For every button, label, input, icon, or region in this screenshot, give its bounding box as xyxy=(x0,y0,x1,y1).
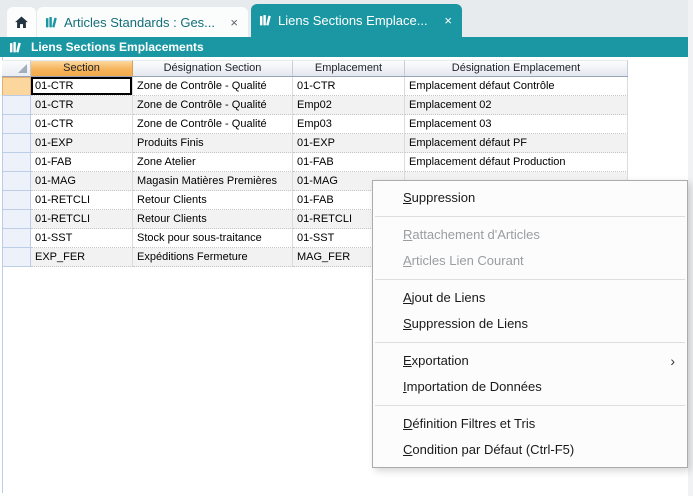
column-header-section[interactable]: Section xyxy=(31,60,133,76)
menu-item-exportation[interactable]: Exportation › xyxy=(373,348,687,374)
menu-item-rattachement-articles[interactable]: Rattachement d'Articles xyxy=(373,222,687,248)
menu-separator xyxy=(375,405,685,406)
cell-designation-section[interactable]: Magasin Matières Premières xyxy=(133,172,293,191)
menu-item-definition-filtres-et-tris[interactable]: Définition Filtres et Tris xyxy=(373,411,687,437)
menu-separator xyxy=(375,216,685,217)
cell-designation-section[interactable]: Zone Atelier xyxy=(133,153,293,172)
row-selector-current[interactable] xyxy=(2,77,31,96)
cell-emplacement[interactable]: 01-EXP xyxy=(293,134,405,153)
column-header-emplacement[interactable]: Emplacement xyxy=(293,60,405,76)
cell-designation-section[interactable]: Retour Clients xyxy=(133,191,293,210)
cell-section[interactable]: EXP_FER xyxy=(31,248,133,267)
tab-home[interactable] xyxy=(7,7,36,37)
application-window: Articles Standards : Ges... × Liens Sect… xyxy=(0,0,688,496)
menu-item-suppression-de-liens[interactable]: Suppression de Liens xyxy=(373,311,687,337)
cell-designation-section[interactable]: Retour Clients xyxy=(133,210,293,229)
cell-designation-emplacement[interactable]: Emplacement 03 xyxy=(405,115,628,134)
cell-designation-section[interactable]: Zone de Contrôle - Qualité xyxy=(133,115,293,134)
table-row[interactable]: 01-CTR Zone de Contrôle - Qualité Emp03 … xyxy=(2,115,628,134)
table-row[interactable]: 01-FAB Zone Atelier 01-FAB Emplacement d… xyxy=(2,153,628,172)
menu-separator xyxy=(375,342,685,343)
tab-liens-sections[interactable]: Liens Sections Emplace... × xyxy=(251,4,462,37)
cell-emplacement[interactable]: Emp03 xyxy=(293,115,405,134)
tab-articles-standards[interactable]: Articles Standards : Ges... × xyxy=(37,7,248,37)
close-icon[interactable]: × xyxy=(228,15,240,30)
cell-section[interactable]: 01-SST xyxy=(31,229,133,248)
window-title-bar: Liens Sections Emplacements xyxy=(0,37,688,57)
row-selector[interactable] xyxy=(2,133,31,153)
cell-section[interactable]: 01-RETCLI xyxy=(31,191,133,210)
submenu-arrow-icon: › xyxy=(670,348,675,374)
menu-item-condition-par-defaut[interactable]: Condition par Défaut (Ctrl-F5) xyxy=(373,437,687,463)
row-selector[interactable] xyxy=(2,95,31,115)
home-icon xyxy=(14,15,29,30)
cell-designation-emplacement[interactable]: Emplacement 02 xyxy=(405,96,628,115)
row-selector[interactable] xyxy=(2,228,31,248)
cell-section[interactable]: 01-CTR xyxy=(31,115,133,134)
tab-bar: Articles Standards : Ges... × Liens Sect… xyxy=(0,0,688,37)
close-icon[interactable]: × xyxy=(442,13,454,28)
row-selector[interactable] xyxy=(2,152,31,172)
table-row[interactable]: 01-CTR Zone de Contrôle - Qualité Emp02 … xyxy=(2,96,628,115)
menu-item-importation-de-donnees[interactable]: Importation de Données xyxy=(373,374,687,400)
page-title: Liens Sections Emplacements xyxy=(31,40,204,54)
column-header-designation-section[interactable]: Désignation Section xyxy=(133,60,293,76)
cell-section[interactable]: 01-EXP xyxy=(31,134,133,153)
row-selector[interactable] xyxy=(2,190,31,210)
cell-emplacement[interactable]: Emp02 xyxy=(293,96,405,115)
cell-designation-section[interactable]: Zone de Contrôle - Qualité xyxy=(133,96,293,115)
menu-item-ajout-de-liens[interactable]: Ajout de Liens xyxy=(373,285,687,311)
table-row[interactable]: 01-CTR Zone de Contrôle - Qualité 01-CTR… xyxy=(2,77,628,96)
books-icon xyxy=(9,41,22,54)
menu-item-suppression[interactable]: Suppression xyxy=(373,185,687,211)
cell-emplacement[interactable]: 01-CTR xyxy=(293,77,405,96)
cell-section[interactable]: 01-RETCLI xyxy=(31,210,133,229)
tab-label: Liens Sections Emplace... xyxy=(278,13,436,28)
row-selector[interactable] xyxy=(2,114,31,134)
cell-designation-emplacement[interactable]: Emplacement défaut Contrôle xyxy=(405,77,628,96)
cell-designation-section[interactable]: Zone de Contrôle - Qualité xyxy=(133,77,293,96)
cell-designation-section[interactable]: Expéditions Fermeture xyxy=(133,248,293,267)
table-row[interactable]: 01-EXP Produits Finis 01-EXP Emplacement… xyxy=(2,134,628,153)
cell-designation-emplacement[interactable]: Emplacement défaut PF xyxy=(405,134,628,153)
cell-section-selected[interactable]: 01-CTR xyxy=(31,77,133,96)
cell-section[interactable]: 01-FAB xyxy=(31,153,133,172)
corner-triangle-icon xyxy=(18,64,27,73)
context-menu: Suppression Rattachement d'Articles Arti… xyxy=(372,180,688,468)
select-all-corner[interactable] xyxy=(2,60,31,76)
books-icon xyxy=(45,16,58,29)
books-icon xyxy=(259,14,272,27)
cell-designation-section[interactable]: Stock pour sous-traitance xyxy=(133,229,293,248)
row-selector[interactable] xyxy=(2,247,31,267)
tab-label: Articles Standards : Ges... xyxy=(64,15,222,30)
menu-item-articles-lien-courant[interactable]: Articles Lien Courant xyxy=(373,248,687,274)
cell-designation-section[interactable]: Produits Finis xyxy=(133,134,293,153)
cell-emplacement[interactable]: 01-FAB xyxy=(293,153,405,172)
cell-section[interactable]: 01-CTR xyxy=(31,96,133,115)
grid-header-row: Section Désignation Section Emplacement … xyxy=(2,60,628,77)
row-selector[interactable] xyxy=(2,209,31,229)
cell-section[interactable]: 01-MAG xyxy=(31,172,133,191)
column-header-designation-emplacement[interactable]: Désignation Emplacement xyxy=(405,60,628,76)
cell-designation-emplacement[interactable]: Emplacement défaut Production xyxy=(405,153,628,172)
row-selector[interactable] xyxy=(2,171,31,191)
menu-separator xyxy=(375,279,685,280)
